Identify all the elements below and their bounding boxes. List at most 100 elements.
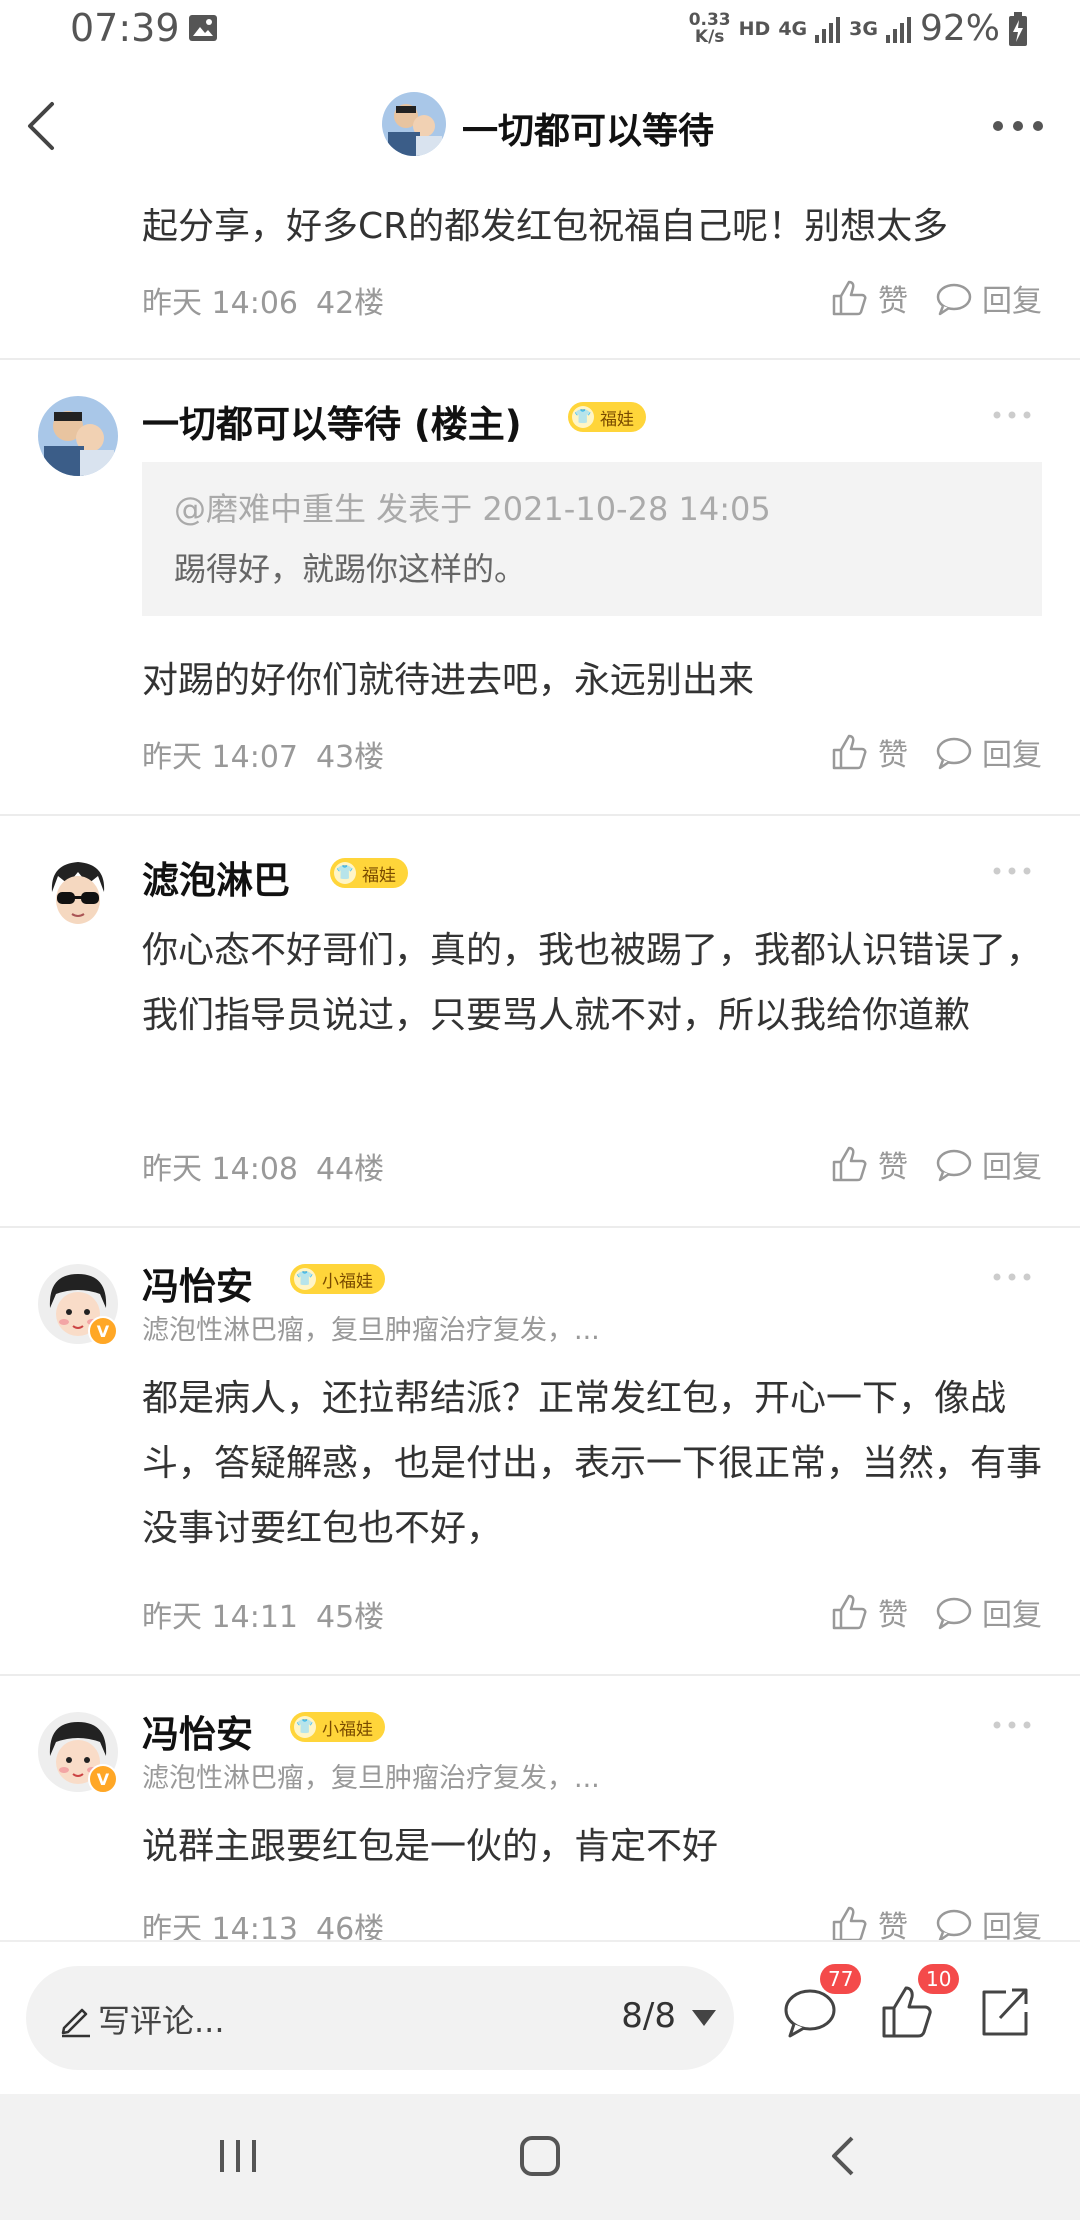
more-options-icon[interactable] xyxy=(992,118,1044,134)
thumbs-up-icon xyxy=(832,1594,867,1630)
shirt-icon: 👕 xyxy=(294,1716,316,1738)
user-bio: 滤泡性淋巴瘤，复旦肿瘤治疗复发，... xyxy=(142,1763,600,1794)
thumbs-up-icon xyxy=(832,734,867,770)
user-level-badge: 👕 福娃 xyxy=(568,402,646,432)
system-navigation-bar xyxy=(0,2094,1080,2220)
user-level-badge: 👕 小福娃 xyxy=(290,1264,385,1294)
comment-floor: 42楼 xyxy=(316,286,385,321)
user-avatar[interactable] xyxy=(38,852,118,932)
reply-button[interactable]: 回复 xyxy=(934,1142,1042,1186)
home-icon[interactable] xyxy=(518,2134,562,2178)
4g-indicator: 4G xyxy=(778,17,808,40)
username[interactable]: 冯怡安 xyxy=(142,1704,253,1758)
image-icon xyxy=(189,15,217,41)
comment-actions: 赞 回复 xyxy=(804,730,1042,774)
recent-apps-icon[interactable] xyxy=(216,2134,260,2178)
chevron-down-icon[interactable] xyxy=(692,2010,716,2026)
like-count-badge: 10 xyxy=(918,1964,960,1994)
more-options-icon[interactable] xyxy=(992,410,1032,420)
page-title: 一切都可以等待 xyxy=(462,111,715,152)
like-button[interactable]: 赞 xyxy=(830,1902,908,1940)
comment-item: V 冯怡安 👕 小福娃 滤泡性淋巴瘤，复旦肿瘤治疗复发，... 说群主跟要红包是一… xyxy=(0,1674,1080,1940)
quoted-reply[interactable]: @磨难中重生 发表于 2021-10-28 14:05 踢得好，就踢你这样的。 xyxy=(142,462,1042,616)
username[interactable]: 一切都可以等待 (楼主) xyxy=(142,394,522,448)
reply-button[interactable]: 回复 xyxy=(934,1902,1042,1940)
user-bio: 滤泡性淋巴瘤，复旦肿瘤治疗复发，... xyxy=(142,1315,600,1346)
comment-meta: 昨天 14:11 45楼 xyxy=(142,1592,402,1636)
comment-time: 昨天 14:13 xyxy=(142,1912,298,1940)
comment-count-badge: 77 xyxy=(820,1964,862,1994)
like-button[interactable]: 赞 xyxy=(830,276,908,320)
signal-icon xyxy=(815,16,841,43)
comment-text: 都是病人，还拉帮结派？正常发红包，开心一下，像战斗，答疑解惑，也是付出，表示一下… xyxy=(142,1378,1043,1549)
status-bar: 07:39 0.33 K/s HD 4G 3G 92% xyxy=(0,0,1080,62)
thumbs-up-icon xyxy=(832,1906,867,1940)
comment-bubble-icon xyxy=(936,737,972,770)
back-arrow-icon[interactable] xyxy=(22,96,62,156)
comment-floor: 44楼 xyxy=(316,1152,385,1187)
signal-icon-2 xyxy=(885,16,911,43)
shirt-icon: 👕 xyxy=(572,406,594,428)
comment-meta: 昨天 14:13 46楼 xyxy=(142,1904,402,1940)
user-level-badge: 👕 小福娃 xyxy=(290,1712,385,1742)
comment-bubble-icon xyxy=(936,1149,972,1182)
verified-icon: V xyxy=(88,1316,118,1346)
verified-icon: V xyxy=(88,1764,118,1794)
reply-button[interactable]: 回复 xyxy=(934,276,1042,320)
comment-meta: 昨天 14:08 44楼 xyxy=(142,1144,402,1188)
more-options-icon[interactable] xyxy=(992,1272,1032,1282)
comment-time: 昨天 14:08 xyxy=(142,1152,298,1187)
comment-bubble-icon xyxy=(936,1909,972,1940)
comment-item: V 冯怡安 👕 小福娃 滤泡性淋巴瘤，复旦肿瘤治疗复发，... 都是病人，还拉帮结… xyxy=(0,1226,1080,1676)
comment-placeholder: 写评论... xyxy=(98,2002,225,2040)
reply-button[interactable]: 回复 xyxy=(934,730,1042,774)
comment-actions: 赞 回复 xyxy=(804,1142,1042,1186)
quote-text: 踢得好，就踢你这样的。 xyxy=(174,550,527,588)
user-avatar[interactable] xyxy=(38,396,118,476)
comment-bubble-icon xyxy=(936,283,972,316)
like-button[interactable]: 赞 xyxy=(830,730,908,774)
comment-text: 对踢的好你们就待进去吧，永远别出来 xyxy=(142,660,755,701)
comment-text: 起分享，好多CR的都发红包祝福自己呢！别想太多 xyxy=(142,206,949,247)
comment-text: 你心态不好哥们，真的，我也被踢了，我都认识错误了，我们指导员说过，只要骂人就不对… xyxy=(142,930,1043,1036)
comment-item: 起分享，好多CR的都发红包祝福自己呢！别想太多 昨天 14:06 42楼 赞 回复 xyxy=(0,190,1080,360)
username[interactable]: 冯怡安 xyxy=(142,1256,253,1310)
more-options-icon[interactable] xyxy=(992,866,1032,876)
comment-floor: 43楼 xyxy=(316,740,385,775)
comment-time: 昨天 14:07 xyxy=(142,740,298,775)
comment-floor: 45楼 xyxy=(316,1600,385,1635)
battery-percent: 92% xyxy=(919,8,1000,49)
status-time: 07:39 xyxy=(70,6,180,50)
reply-button[interactable]: 回复 xyxy=(934,1590,1042,1634)
like-button[interactable]: 赞 xyxy=(830,1590,908,1634)
comment-actions: 赞 回复 xyxy=(804,1902,1042,1940)
more-options-icon[interactable] xyxy=(992,1720,1032,1730)
share-icon[interactable] xyxy=(976,1982,1036,2042)
comment-time: 昨天 14:06 xyxy=(142,286,298,321)
username[interactable]: 滤泡淋巴 xyxy=(142,850,290,904)
comment-item: 一切都可以等待 (楼主) 👕 福娃 @磨难中重生 发表于 2021-10-28 1… xyxy=(0,358,1080,816)
comment-list[interactable]: 起分享，好多CR的都发红包祝福自己呢！别想太多 昨天 14:06 42楼 赞 回复 xyxy=(0,190,1080,1940)
pencil-icon xyxy=(61,2008,90,2038)
shirt-icon: 👕 xyxy=(294,1268,316,1290)
comment-bubble-icon xyxy=(936,1597,972,1630)
back-icon[interactable] xyxy=(822,2134,866,2178)
page-indicator[interactable]: 8/8 xyxy=(621,1996,676,2036)
user-level-badge: 👕 福娃 xyxy=(330,858,408,888)
comment-meta: 昨天 14:06 42楼 xyxy=(142,278,402,322)
thumbs-up-icon xyxy=(832,1146,867,1182)
bottom-action-bar: 写评论... 8/8 77 10 xyxy=(0,1940,1080,2096)
hd-indicator: HD xyxy=(738,17,771,40)
comment-text: 说群主跟要红包是一伙的，肯定不好 xyxy=(142,1826,719,1867)
network-speed: 0.33 K/s xyxy=(688,9,731,47)
author-avatar[interactable] xyxy=(382,92,446,156)
like-button[interactable]: 赞 xyxy=(830,1142,908,1186)
shirt-icon: 👕 xyxy=(334,862,356,884)
comment-time: 昨天 14:11 xyxy=(142,1600,298,1635)
comment-floor: 46楼 xyxy=(316,1912,385,1940)
thumbs-up-icon xyxy=(832,280,867,316)
comment-actions: 赞 回复 xyxy=(804,1590,1042,1634)
comment-input[interactable]: 写评论... 8/8 xyxy=(26,1966,734,2070)
3g-indicator: 3G xyxy=(849,17,878,40)
comment-actions: 赞 回复 xyxy=(804,276,1042,320)
